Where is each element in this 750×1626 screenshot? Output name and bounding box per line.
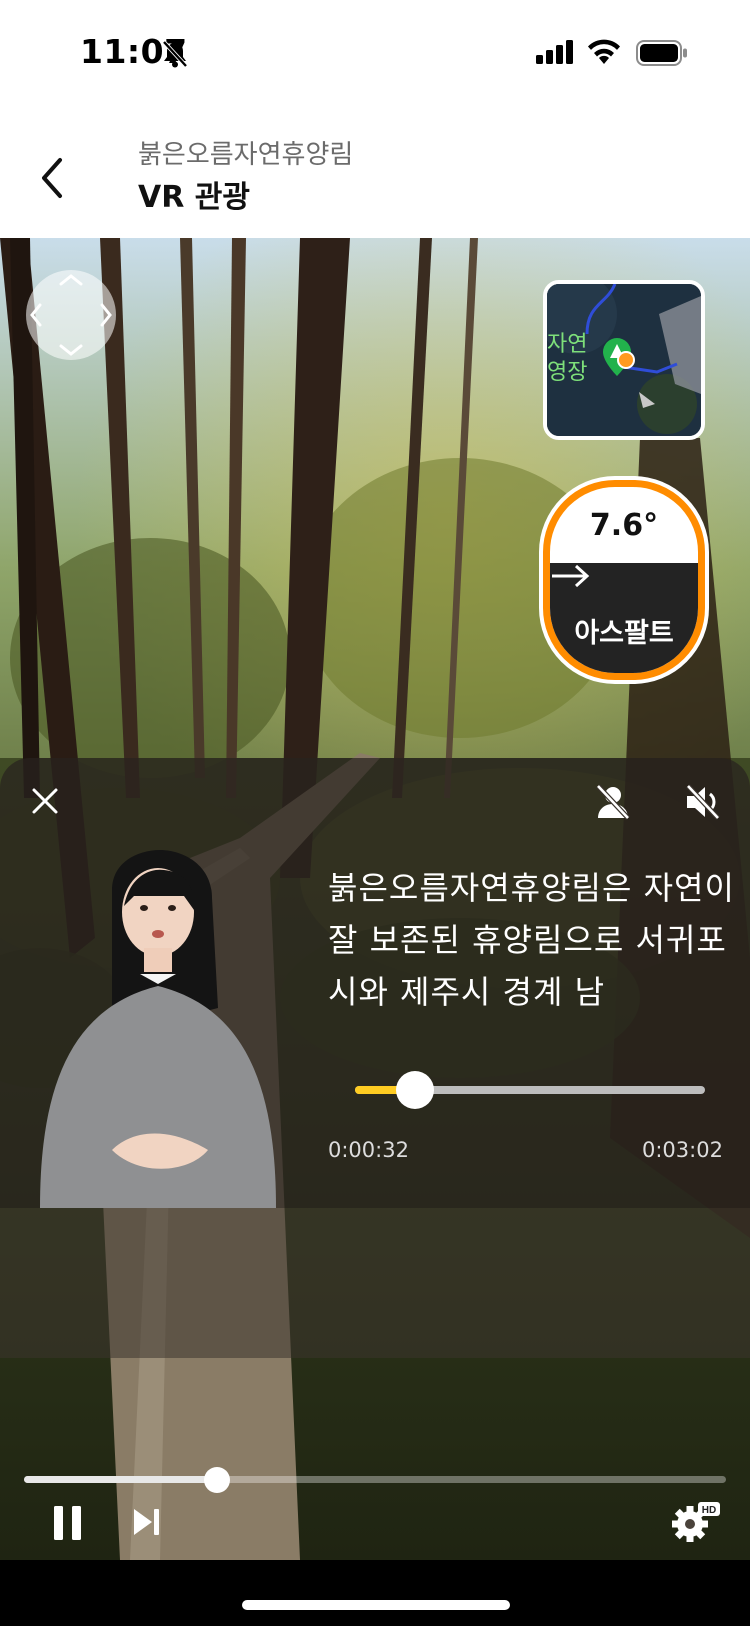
volume-mute-icon[interactable] [684,784,722,820]
direction-pad-icon[interactable] [26,270,116,360]
narration-caption: 붉은오름자연휴양림은 자연이 잘 보존된 휴양림으로 서귀포시와 제주시 경계 … [328,869,735,1011]
narration-current-time: 0:00:32 [328,1138,409,1162]
arrow-right-icon [552,564,590,588]
wifi-icon [588,39,620,64]
home-indicator[interactable] [242,1600,510,1610]
bell-slash-icon [162,40,188,68]
video-player-controls [0,1208,750,1358]
cellular-signal-icon [536,40,573,64]
chevron-left-icon[interactable] [34,150,70,206]
settings-hd-icon[interactable]: HD [670,1500,722,1544]
home-bar [0,1560,750,1626]
page-title: VR 관광 [138,180,250,215]
video-progress-fill [24,1476,216,1483]
header-subtitle: 붉은오름자연휴양림 [138,140,354,170]
skip-next-icon[interactable] [132,1506,162,1538]
surface-label: 아스팔트 [574,618,674,649]
slope-angle: 7.6° [589,507,659,543]
presenter-avatar [40,850,276,1208]
minimap[interactable]: 자연 영장 [543,280,705,440]
person-off-icon[interactable] [594,784,632,820]
battery-icon [636,40,687,66]
status-bar: 11:07 [0,0,750,110]
narration-seek-knob[interactable] [396,1071,434,1109]
narration-total-time: 0:03:02 [642,1138,723,1162]
slope-badge: 7.6° 아스팔트 [543,480,705,680]
hd-badge: HD [702,1505,716,1516]
video-progress-knob[interactable] [204,1467,230,1493]
pause-icon[interactable] [52,1504,84,1542]
guide-panel: 붉은오름자연휴양림은 자연이 잘 보존된 휴양림으로 서귀포시와 제주시 경계 … [0,758,750,1208]
minimap-label-line2: 영장 [547,360,588,385]
app-header: 붉은오름자연휴양림 VR 관광 [0,110,750,238]
close-icon[interactable] [30,786,60,816]
minimap-label-line1: 자연 [547,332,588,357]
campsite-marker-icon [603,338,635,376]
